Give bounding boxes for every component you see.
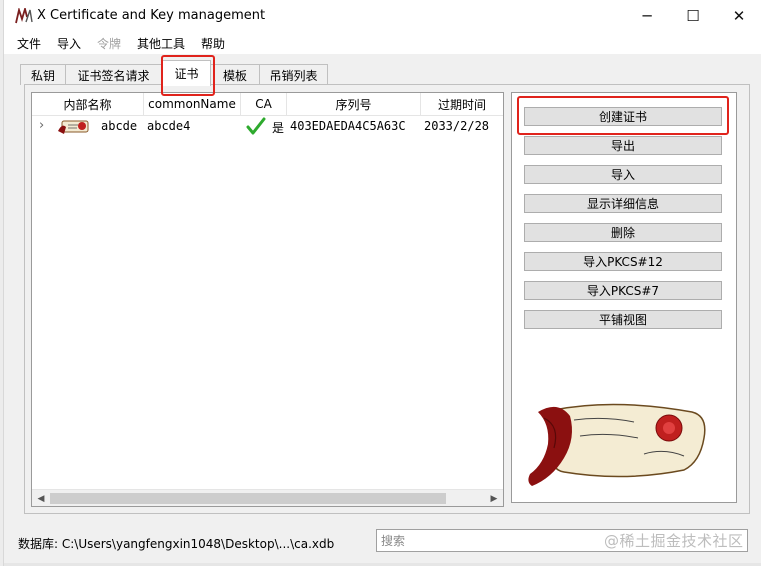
scroll-left-icon[interactable]: ◀ — [34, 490, 48, 506]
minimize-button[interactable]: ─ — [624, 0, 670, 32]
sort-ascending-icon: ˄ — [85, 93, 89, 99]
tab-templates[interactable]: 模板 — [210, 64, 260, 85]
cell-expiry: 2033/2/28 — [424, 119, 490, 133]
tab-private-keys[interactable]: 私钥 — [20, 64, 66, 85]
tab-highlight-box — [161, 55, 215, 96]
watermark-text: @稀土掘金技术社区 — [604, 532, 744, 550]
tab-revocation-lists[interactable]: 吊销列表 — [259, 64, 328, 85]
column-ca[interactable]: CA — [241, 93, 287, 115]
cell-internal-name: abcde — [101, 119, 138, 133]
export-button[interactable]: 导出 — [524, 136, 722, 155]
window-title: X Certificate and Key management — [37, 8, 266, 23]
column-internal-name[interactable]: 内部名称 ˄ — [32, 93, 144, 115]
column-expiry[interactable]: 过期时间 — [421, 93, 503, 115]
menu-help[interactable]: 帮助 — [201, 35, 225, 52]
certificates-panel: 内部名称 ˄ commonName CA 序列号 过期时间 › abcde ab… — [24, 84, 750, 514]
horizontal-scrollbar[interactable]: ◀ ▶ — [32, 489, 503, 506]
scrollbar-thumb[interactable] — [50, 493, 446, 504]
certificate-scroll-illustration — [528, 403, 706, 486]
import-pkcs12-button[interactable]: 导入PKCS#12 — [524, 252, 722, 271]
column-common-name[interactable]: commonName — [144, 93, 241, 115]
certificate-icon — [58, 120, 89, 134]
scroll-right-icon[interactable]: ▶ — [487, 490, 501, 506]
cell-ca: 是 — [272, 121, 285, 135]
create-certificate-button[interactable]: 创建证书 — [524, 107, 722, 126]
tab-csr[interactable]: 证书签名请求 — [65, 64, 162, 85]
column-serial[interactable]: 序列号 — [287, 93, 421, 115]
table-row[interactable]: › abcde abcde4 是 403EDAEDA4C5A63C 2033/2… — [32, 116, 503, 138]
menu-file[interactable]: 文件 — [17, 35, 41, 52]
close-button[interactable]: ✕ — [716, 0, 762, 32]
main-window: X Certificate and Key management ─ ☐ ✕ 文… — [3, 0, 761, 566]
menu-import[interactable]: 导入 — [57, 35, 81, 52]
import-button[interactable]: 导入 — [524, 165, 722, 184]
cell-serial: 403EDAEDA4C5A63C — [290, 119, 406, 133]
menu-token[interactable]: 令牌 — [97, 35, 121, 52]
tile-view-button[interactable]: 平铺视图 — [524, 310, 722, 329]
chevron-right-icon[interactable]: › — [39, 118, 44, 133]
action-button-panel: 创建证书 导出 导入 显示详细信息 删除 导入PKCS#12 导入PKCS#7 … — [511, 92, 737, 503]
maximize-button[interactable]: ☐ — [670, 0, 716, 32]
delete-button[interactable]: 删除 — [524, 223, 722, 242]
cell-common-name: abcde4 — [147, 119, 191, 133]
title-bar[interactable]: X Certificate and Key management ─ ☐ ✕ — [4, 0, 761, 32]
certificate-list[interactable]: 内部名称 ˄ commonName CA 序列号 过期时间 › abcde ab… — [31, 92, 504, 507]
menu-other-tools[interactable]: 其他工具 — [137, 35, 185, 52]
show-details-button[interactable]: 显示详细信息 — [524, 194, 722, 213]
xca-logo-icon — [15, 8, 33, 24]
menu-bar: 文件 导入 令牌 其他工具 帮助 — [4, 32, 761, 54]
list-header: 内部名称 ˄ commonName CA 序列号 过期时间 — [32, 93, 503, 116]
check-icon — [246, 117, 266, 135]
import-pkcs7-button[interactable]: 导入PKCS#7 — [524, 281, 722, 300]
database-path-status: 数据库: C:\Users\yangfengxin1048\Desktop\..… — [18, 537, 335, 551]
